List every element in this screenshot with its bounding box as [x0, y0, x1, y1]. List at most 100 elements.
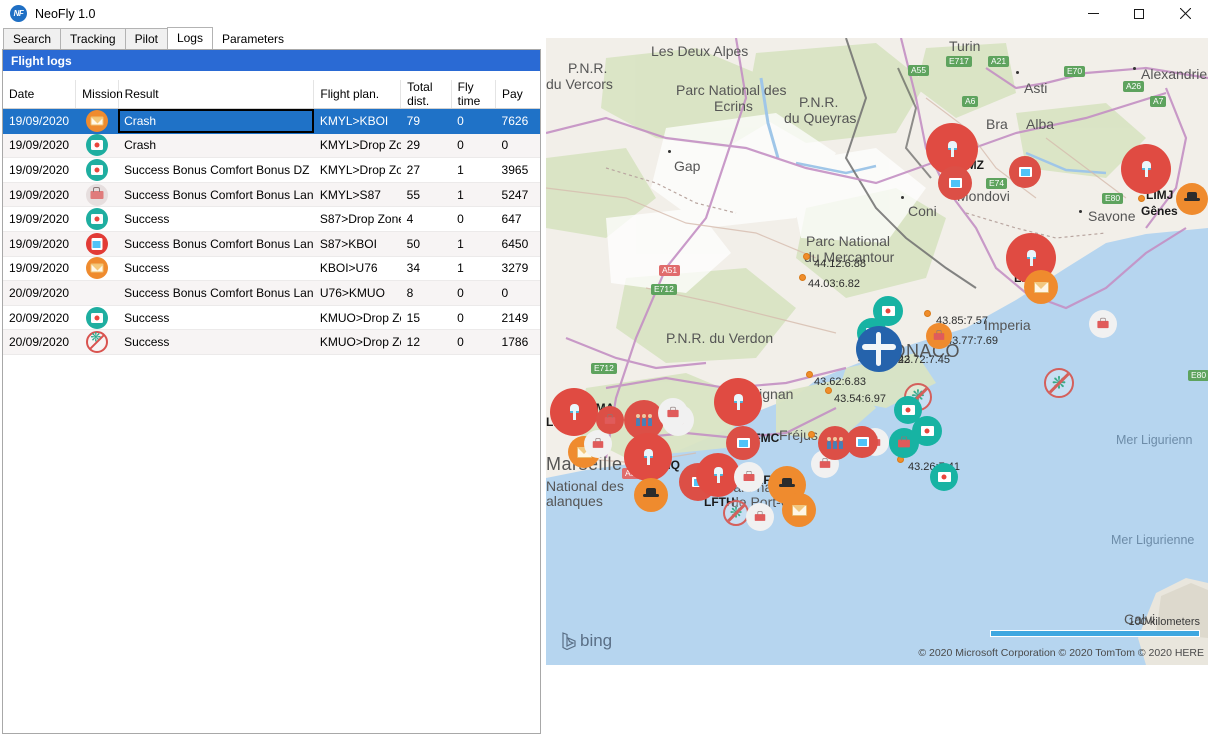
poi-dot[interactable]	[1138, 195, 1145, 202]
road-shield: A7	[1150, 96, 1166, 107]
table-row[interactable]: 19/09/2020Success Bonus Comfort Bonus DZ…	[3, 158, 540, 183]
medkit-icon	[882, 306, 895, 316]
table-row[interactable]: 20/09/2020SuccessKMUO>Drop Zone1502149	[3, 305, 540, 330]
cargo-marker[interactable]	[1009, 156, 1041, 188]
poi-dot[interactable]	[806, 371, 813, 378]
minimize-icon[interactable]	[1070, 0, 1116, 27]
airplane-icon	[860, 330, 898, 368]
airport-marker-lfmc[interactable]	[714, 378, 762, 426]
table-row[interactable]: 19/09/2020Success Bonus Comfort Bonus La…	[3, 231, 540, 256]
poi-dot[interactable]	[799, 274, 806, 281]
col-header-pay[interactable]: Pay	[496, 80, 540, 109]
pilot-marker[interactable]	[634, 478, 668, 512]
close-icon[interactable]	[1162, 0, 1208, 27]
poi-dot[interactable]	[803, 253, 810, 260]
cell-result: Success Bonus Comfort Bonus DZ	[118, 158, 314, 183]
cargo-mission-marker[interactable]	[1089, 310, 1117, 338]
cargo-marker[interactable]	[726, 426, 760, 460]
map-region-label: alanques	[546, 493, 603, 509]
cell-date: 19/09/2020	[3, 133, 76, 158]
pilot-hat-icon	[1184, 191, 1200, 207]
restricted-zone-marker[interactable]: ❋	[723, 500, 749, 526]
cargo-marker[interactable]	[846, 426, 878, 458]
cell-flightplan: S87>Drop Zone	[314, 207, 401, 232]
map-coordinate-label: 43.62:6.83	[814, 376, 866, 388]
cell-date: 19/09/2020	[3, 207, 76, 232]
tab-pilot[interactable]: Pilot	[125, 28, 168, 49]
airport-marker-lfma[interactable]	[550, 388, 598, 436]
medical-mission-marker[interactable]	[930, 463, 958, 491]
cargo-mission-marker[interactable]	[658, 398, 688, 428]
medkit-icon	[86, 159, 108, 181]
col-header-mission[interactable]: Mission	[76, 80, 118, 109]
cargo-marker[interactable]	[596, 406, 624, 434]
window-controls	[1070, 0, 1208, 27]
cell-totaldist: 79	[401, 109, 451, 134]
table-head: Date Mission Result Flight plan. Total d…	[3, 80, 540, 109]
cargo-marker[interactable]	[938, 166, 972, 200]
pilot-hat-icon	[779, 477, 795, 493]
cargo-mission-marker[interactable]	[584, 430, 612, 458]
cargo-mission-marker[interactable]	[889, 428, 919, 458]
poi-dot[interactable]	[924, 310, 931, 317]
leaf-icon: ❋	[730, 506, 743, 521]
cell-pay: 647	[496, 207, 540, 232]
table-row[interactable]: 19/09/2020SuccessKBOI>U763413279	[3, 256, 540, 281]
restricted-zone-marker[interactable]: ❋	[1044, 368, 1074, 398]
col-header-date[interactable]: Date	[3, 80, 76, 109]
poi-dot[interactable]	[808, 431, 815, 438]
crate-icon	[593, 441, 604, 448]
control-tower-icon	[714, 467, 723, 483]
maximize-icon[interactable]	[1116, 0, 1162, 27]
col-header-totaldist[interactable]: Total dist.	[401, 80, 451, 109]
cell-totaldist: 29	[401, 133, 451, 158]
col-header-flightplan[interactable]: Flight plan.	[314, 80, 401, 109]
col-header-result[interactable]: Result	[118, 80, 314, 109]
tab-tracking[interactable]: Tracking	[60, 28, 126, 49]
road-shield: E74	[986, 178, 1007, 189]
map-coordinate-label: 43.72:7.45	[898, 354, 950, 366]
mail-mission-marker[interactable]	[782, 493, 816, 527]
briefcase-icon	[856, 437, 869, 447]
cell-flytime: 0	[451, 281, 495, 306]
mail-mission-marker[interactable]	[1024, 270, 1058, 304]
tab-parameters[interactable]: Parameters	[212, 28, 294, 49]
col-header-flytime[interactable]: Fly time	[451, 80, 495, 109]
cargo-mission-marker[interactable]	[746, 503, 774, 531]
cell-mission	[76, 281, 118, 306]
cell-totaldist: 15	[401, 305, 451, 330]
airport-marker-lfmq[interactable]	[624, 433, 672, 481]
player-aircraft-marker[interactable]	[856, 326, 902, 372]
poi-dot[interactable]	[825, 387, 832, 394]
medkit-icon	[86, 307, 108, 329]
pilot-marker[interactable]	[1176, 183, 1208, 215]
tab-logs[interactable]: Logs	[167, 27, 213, 49]
cell-pay: 1786	[496, 330, 540, 355]
table-row[interactable]: 19/09/2020CrashKMYL>KBOI7907626	[3, 109, 540, 134]
envelope-icon	[1034, 282, 1049, 293]
tab-search[interactable]: Search	[3, 28, 61, 49]
cell-flightplan: S87>KBOI	[314, 231, 401, 256]
cell-mission	[76, 305, 118, 330]
table-row[interactable]: 19/09/2020Success Bonus Comfort Bonus La…	[3, 182, 540, 207]
table-row[interactable]: 19/09/2020SuccessS87>Drop Zone40647	[3, 207, 540, 232]
table-row[interactable]: 20/09/2020SuccessKMUO>Drop Zone1201786	[3, 330, 540, 355]
cargo-mission-marker[interactable]	[926, 323, 952, 349]
passengers-icon	[827, 437, 843, 449]
cell-mission	[76, 158, 118, 183]
map-region-label: Alba	[1026, 116, 1054, 132]
airport-marker-limj[interactable]	[1121, 144, 1171, 194]
table-row[interactable]: 20/09/2020Success Bonus Comfort Bonus La…	[3, 281, 540, 306]
cell-flytime: 0	[451, 330, 495, 355]
road-shield: E712	[591, 363, 617, 374]
cell-totaldist: 4	[401, 207, 451, 232]
cell-date: 20/09/2020	[3, 330, 76, 355]
table-row[interactable]: 19/09/2020CrashKMYL>Drop Zone2900	[3, 133, 540, 158]
map-view[interactable]: Les Deux AlpesP.N.R.du VercorsParc Natio…	[546, 38, 1208, 665]
cell-mission	[76, 231, 118, 256]
map-region-label: Les Deux Alpes	[651, 43, 748, 59]
cell-result: Success	[118, 305, 314, 330]
bing-logo: bing	[562, 631, 612, 651]
crate-icon	[934, 333, 945, 340]
luggage-mission-marker[interactable]	[734, 462, 764, 492]
